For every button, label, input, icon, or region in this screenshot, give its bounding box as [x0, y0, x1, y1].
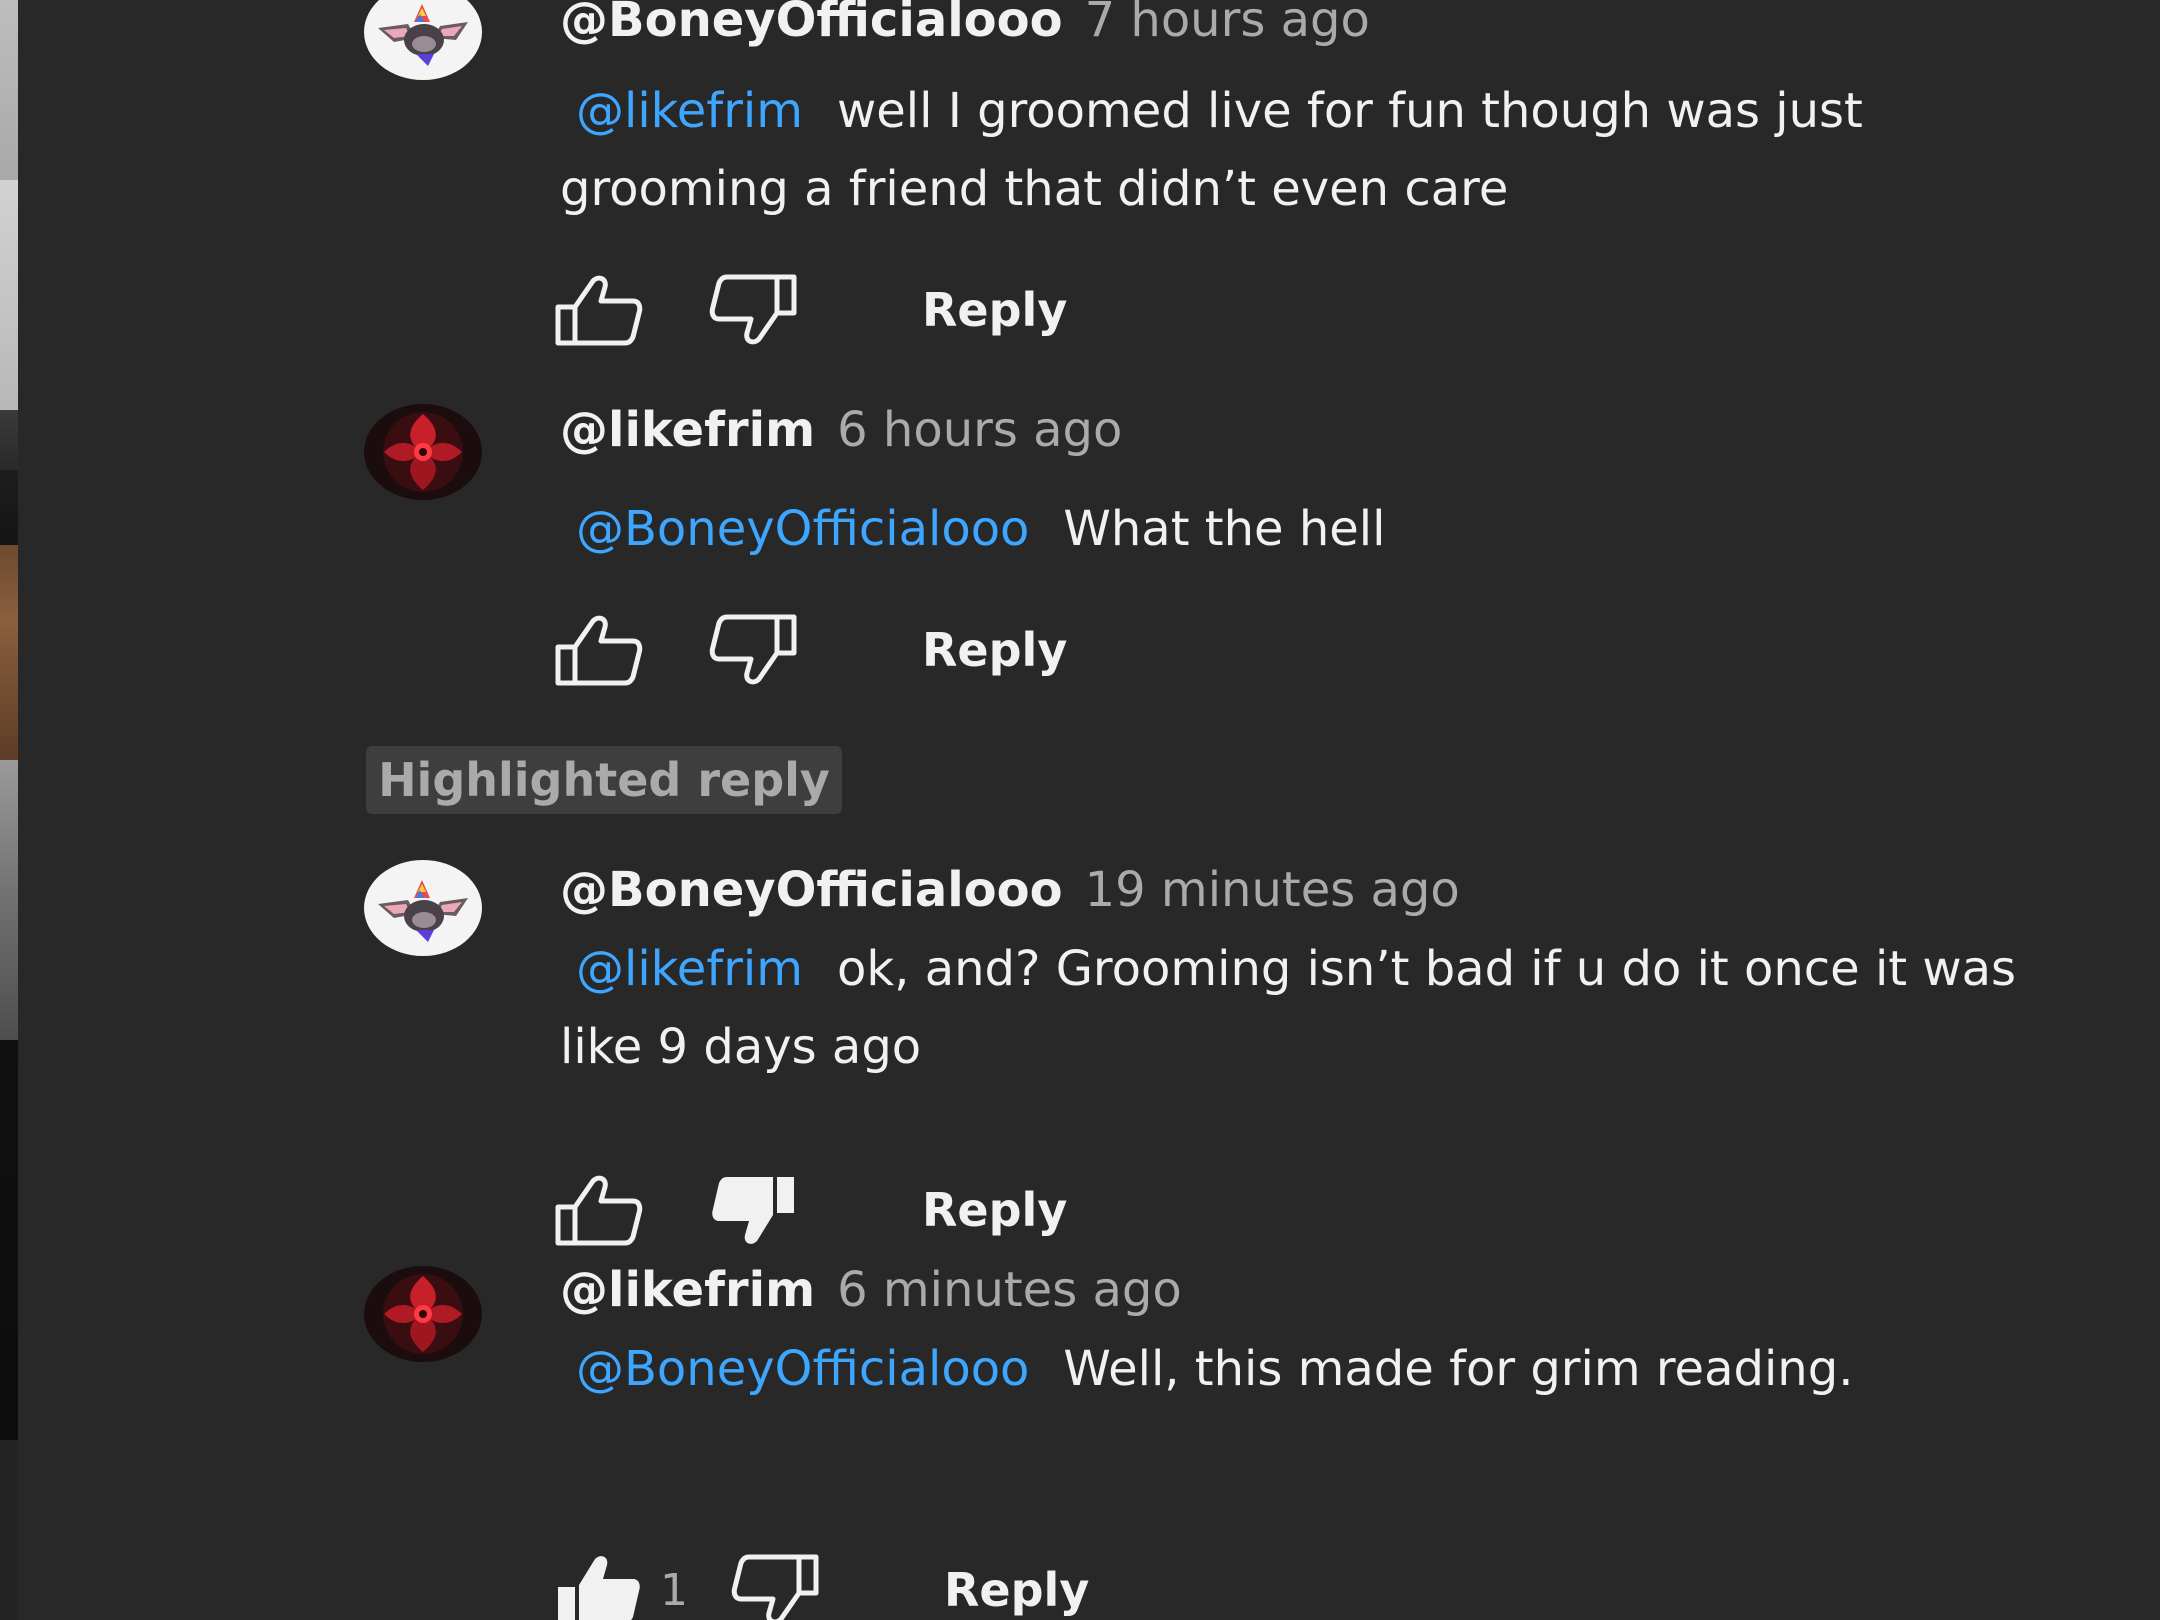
comment-actions: 1 Reply: [550, 1550, 1089, 1620]
like-button[interactable]: [550, 610, 646, 690]
comment-timestamp[interactable]: 6 hours ago: [837, 402, 1122, 458]
comment-actions: Reply: [550, 1170, 1067, 1250]
like-button[interactable]: [550, 270, 646, 350]
comment-text: @BoneyOfficialooo What the hell: [560, 490, 2060, 568]
comment-message: What the hell: [1063, 501, 1386, 557]
reply-button[interactable]: Reply: [944, 1563, 1089, 1617]
comment-actions: Reply: [550, 610, 1067, 690]
like-count: 1: [660, 1564, 688, 1616]
comment-author[interactable]: @BoneyOfficialooo: [560, 862, 1063, 918]
comment-actions: Reply: [550, 270, 1067, 350]
mention-link[interactable]: @likefrim: [576, 941, 803, 997]
thumbs-down-icon: [709, 614, 797, 685]
thumbs-up-icon: [555, 615, 643, 686]
highlighted-reply-badge: Highlighted reply: [366, 746, 842, 814]
mention-link[interactable]: @BoneyOfficialooo: [576, 501, 1029, 557]
thumbs-up-filled-icon: [558, 1556, 640, 1620]
comment-author[interactable]: @likefrim: [560, 402, 815, 458]
mention-link[interactable]: @BoneyOfficialooo: [576, 1341, 1029, 1397]
like-button-active[interactable]: [550, 1550, 646, 1620]
dislike-button-active[interactable]: [706, 1170, 802, 1250]
comment-header: @likefrim 6 minutes ago: [560, 1260, 1182, 1320]
thumbs-down-filled-icon: [712, 1177, 794, 1244]
comment-text: @likefrim well I groomed live for fun tho…: [560, 72, 2060, 228]
like-button[interactable]: [550, 1170, 646, 1250]
thumbs-down-icon: [731, 1554, 819, 1620]
reply-button[interactable]: Reply: [922, 283, 1067, 337]
red-sigil-avatar-icon[interactable]: [364, 1266, 482, 1362]
comment-header: @likefrim 6 hours ago: [560, 400, 1122, 460]
reply-button[interactable]: Reply: [922, 1183, 1067, 1237]
thumbs-up-icon: [555, 275, 643, 346]
dislike-button[interactable]: [728, 1550, 824, 1620]
red-sigil-avatar-icon[interactable]: [364, 404, 482, 500]
comment-author[interactable]: @BoneyOfficialooo: [560, 0, 1063, 48]
comment-message: Well, this made for grim reading.: [1063, 1341, 1854, 1397]
comment-timestamp[interactable]: 19 minutes ago: [1085, 862, 1460, 918]
comment-timestamp[interactable]: 7 hours ago: [1085, 0, 1370, 48]
thumbs-down-icon: [709, 274, 797, 345]
comment-text: @BoneyOfficialooo Well, this made for gri…: [560, 1330, 2060, 1408]
dislike-button[interactable]: [706, 610, 802, 690]
bat-avatar-icon[interactable]: [364, 0, 482, 80]
comments-page: @BoneyOfficialooo 7 hours ago @likefrim we…: [0, 0, 2160, 1620]
bat-avatar-icon[interactable]: [364, 860, 482, 956]
comment-header: @BoneyOfficialooo 7 hours ago: [560, 0, 1370, 50]
comment-header: @BoneyOfficialooo 19 minutes ago: [560, 860, 1460, 920]
reply-button[interactable]: Reply: [922, 623, 1067, 677]
mention-link[interactable]: @likefrim: [576, 83, 803, 139]
comment-thread: @BoneyOfficialooo 7 hours ago @likefrim we…: [0, 0, 2160, 1620]
dislike-button[interactable]: [706, 270, 802, 350]
thumbs-up-icon: [555, 1175, 643, 1246]
comment-author[interactable]: @likefrim: [560, 1262, 815, 1318]
comment-text: @likefrim ok, and? Grooming isn’t bad if …: [560, 930, 2060, 1086]
comment-timestamp[interactable]: 6 minutes ago: [837, 1262, 1182, 1318]
